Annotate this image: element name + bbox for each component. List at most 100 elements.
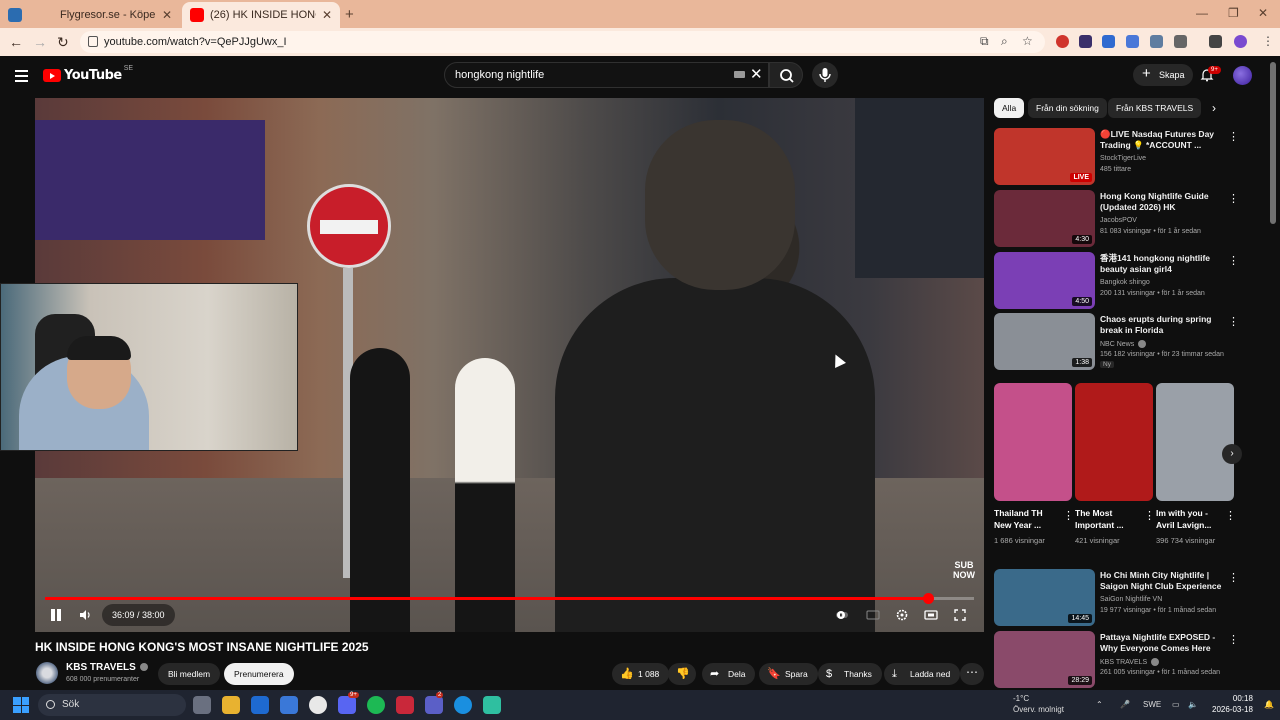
short-item[interactable]: The Most Important ... 421 visningar ⋮ [1075,383,1155,546]
short-thumbnail[interactable] [1075,383,1153,501]
pause-button[interactable] [50,609,62,621]
extensions-puzzle-icon[interactable] [1174,35,1187,48]
spotify-icon[interactable] [367,696,385,714]
kebab-menu-icon[interactable]: ⋮ [1144,509,1155,522]
like-button[interactable]: 👍 1 088 [612,663,670,685]
address-bar[interactable]: youtube.com/watch?v=QePJJgUwx_I [80,31,1045,53]
download-button[interactable]: ⤓ Ladda ned [884,663,961,685]
extension-icon[interactable] [1079,35,1092,48]
list-item[interactable]: 4:50 香港141 hongkong nightlife beauty asi… [994,252,1254,310]
chevron-right-icon[interactable]: › [1212,101,1216,115]
discord-icon[interactable] [338,696,356,714]
search-input[interactable]: hongkong nightlife [444,62,769,88]
task-view-icon[interactable] [193,696,211,714]
tab-youtube[interactable]: (26) HK INSIDE HONG KONG ✕ [182,2,340,28]
channel-name[interactable]: StockTigerLive [1100,155,1146,162]
new-tab-icon[interactable]: + [345,6,354,23]
video-title[interactable]: Pattaya Nightlife EXPOSED - Why Everyone… [1100,632,1222,654]
tab-flygresor[interactable]: Flygresor.se - Köpenhamn till B ✕ [0,2,180,28]
video-thumbnail[interactable]: 28:29 [994,631,1095,688]
short-title[interactable]: Thailand TH New Year ... [994,507,1060,531]
share-button[interactable]: ➦ Dela [702,663,756,685]
zoom-icon[interactable]: ⌕ [1001,34,1008,49]
file-explorer-icon[interactable] [222,696,240,714]
settings-gear-icon[interactable] [895,608,909,622]
profile-avatar[interactable] [1234,35,1247,48]
chevron-right-icon[interactable]: › [1222,444,1242,464]
more-actions-icon[interactable]: ⋯ [960,663,984,685]
short-title[interactable]: Im with you - Avril Lavign... [1156,507,1222,531]
list-item[interactable]: 1:38 Chaos erupts during spring break in… [994,313,1254,371]
maximize-icon[interactable]: ❐ [1228,6,1239,20]
channel-avatar[interactable] [36,662,58,684]
extension-icon[interactable] [1150,35,1163,48]
translate-icon[interactable] [1126,35,1139,48]
minimize-icon[interactable]: — [1196,6,1208,20]
hamburger-menu-icon[interactable] [15,70,28,85]
teams-icon[interactable] [425,696,443,714]
weather-widget[interactable]: -1°C Överv. molnigt [1013,693,1064,715]
kebab-menu-icon[interactable]: ⋮ [1225,509,1236,522]
video-title[interactable]: Ho Chi Minh City Nightlife | Saigon Nigh… [1100,570,1222,592]
fullscreen-icon[interactable] [953,608,967,622]
video-thumbnail[interactable]: LIVE [994,128,1095,185]
video-title[interactable]: 🔴LIVE Nasdaq Futures Day Trading 💡 *ACCO… [1100,129,1222,151]
chip-from-search[interactable]: Från din sökning [1028,98,1107,118]
progress-bar[interactable] [45,593,974,604]
create-button[interactable]: Skapa [1133,63,1193,86]
kebab-menu-icon[interactable]: ⋮ [1228,315,1239,328]
list-item[interactable]: 14:45 Ho Chi Minh City Nightlife | Saigo… [994,569,1254,627]
speaker-icon[interactable]: 🔈 [1188,700,1198,709]
video-thumbnail[interactable]: 4:50 [994,252,1095,309]
reload-icon[interactable]: ↻ [57,34,69,51]
chevron-up-icon[interactable]: ⌃ [1096,700,1103,709]
video-thumbnail[interactable]: 1:38 [994,313,1095,370]
channel-name[interactable]: JacobsPOV [1100,217,1137,224]
kebab-menu-icon[interactable]: ⋮ [1228,571,1239,584]
taskbar-search[interactable]: Sök [38,694,186,716]
video-title[interactable]: 香港141 hongkong nightlife beauty asian gi… [1100,253,1222,275]
short-thumbnail[interactable] [994,383,1072,501]
volume-icon[interactable] [78,608,92,622]
microphone-icon[interactable]: 🎤 [1120,700,1130,709]
channel-name[interactable]: KBS TRAVELS [66,662,148,673]
keyboard-icon[interactable] [734,71,745,78]
short-title[interactable]: The Most Important ... [1075,507,1141,531]
list-item[interactable]: 4:30 Hong Kong Nightlife Guide (Updated … [994,190,1254,248]
close-window-icon[interactable]: ✕ [1258,6,1268,20]
extension-icon[interactable] [1056,35,1069,48]
store-icon[interactable] [280,696,298,714]
kebab-menu-icon[interactable]: ⋮ [1228,633,1239,646]
autoplay-toggle-icon[interactable] [835,608,849,622]
list-item[interactable]: 28:29 Pattaya Nightlife EXPOSED - Why Ev… [994,631,1254,689]
language-indicator[interactable]: SWE [1143,700,1161,709]
kebab-menu-icon[interactable]: ⋮ [1228,192,1239,205]
reading-list-icon[interactable] [1209,35,1222,48]
close-icon[interactable]: ✕ [322,8,332,22]
edge-icon[interactable] [454,696,472,714]
channel-name[interactable]: KBS TRAVELS [1100,658,1160,666]
short-thumbnail[interactable] [1156,383,1234,501]
subtitles-icon[interactable] [866,608,880,622]
theater-mode-icon[interactable] [924,608,938,622]
short-item[interactable]: Im with you - Avril Lavign... 396 734 vi… [1156,383,1236,546]
clear-search-icon[interactable]: ✕ [750,65,763,83]
app-icon[interactable] [483,696,501,714]
subscribe-button[interactable]: Prenumerera [224,663,294,685]
video-thumbnail[interactable]: 4:30 [994,190,1095,247]
install-icon[interactable]: ⧉ [980,34,989,49]
chrome-icon[interactable] [309,696,327,714]
kebab-menu-icon[interactable]: ⋮ [1063,509,1074,522]
short-item[interactable]: Thailand TH New Year ... 1 686 visningar… [994,383,1074,546]
save-button[interactable]: 🔖 Spara [759,663,818,685]
notification-icon[interactable]: 🔔 [1264,700,1274,709]
app-icon[interactable] [396,696,414,714]
dislike-button[interactable]: 👎 [668,663,696,685]
video-title[interactable]: Chaos erupts during spring break in Flor… [1100,314,1222,336]
extension-icon[interactable] [1102,35,1115,48]
site-info-icon[interactable] [88,36,98,47]
thanks-button[interactable]: $ Thanks [818,663,882,685]
kebab-menu-icon[interactable]: ⋮ [1228,254,1239,267]
youtube-logo[interactable]: YouTube SE [43,65,133,83]
account-avatar[interactable] [1233,66,1252,85]
